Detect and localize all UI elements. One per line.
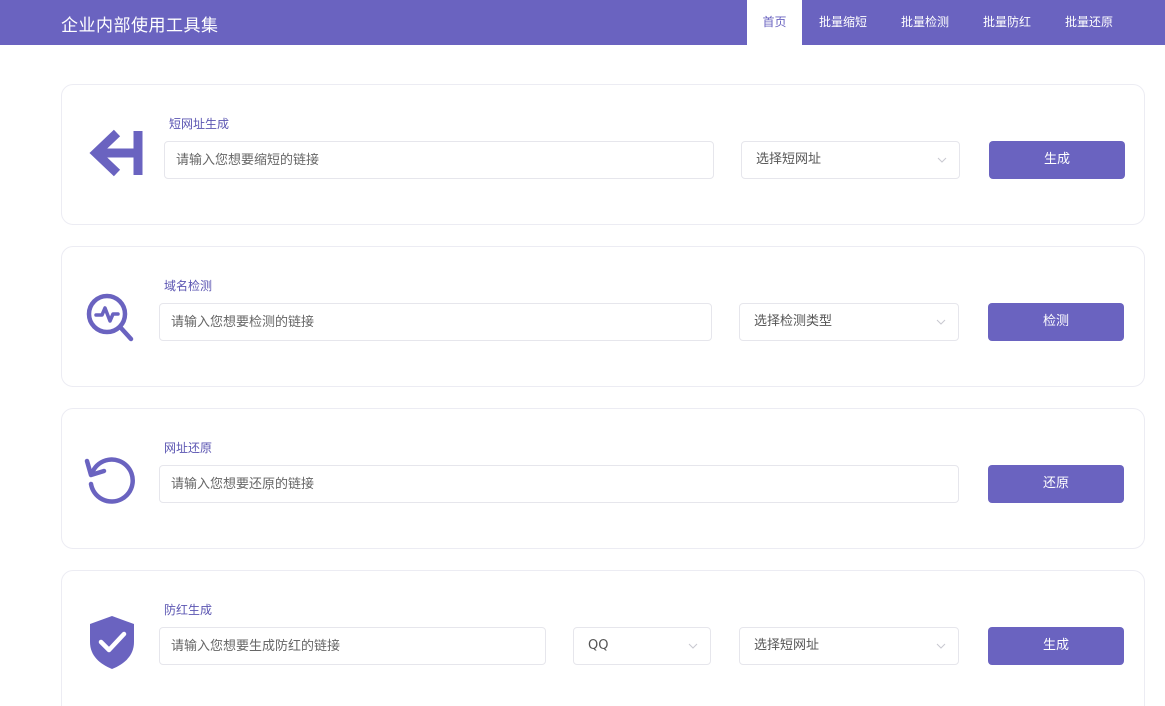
select-value: QQ [588, 638, 609, 653]
generate-button[interactable]: 生成 [988, 627, 1124, 665]
card-title: 短网址生成 [169, 117, 230, 131]
domain-detect-card: 域名检测 选择检测类型 检测 [61, 246, 1145, 387]
url-restore-card: 网址还原 还原 [61, 408, 1145, 549]
restore-button[interactable]: 还原 [988, 465, 1124, 503]
shorten-url-input[interactable] [164, 141, 714, 179]
main-nav: 首页 批量缩短 批量检测 批量防红 批量还原 [747, 0, 1130, 45]
select-value: 选择短网址 [756, 152, 822, 167]
nav-batch-restore[interactable]: 批量还原 [1048, 0, 1130, 45]
card-title: 防红生成 [164, 603, 213, 617]
antiblock-card: 防红生成 QQ 选择短网址 生成 [61, 570, 1145, 706]
chevron-down-icon [688, 643, 698, 649]
short-url-card: 短网址生成 选择短网址 生成 [61, 84, 1145, 225]
detect-button[interactable]: 检测 [988, 303, 1124, 341]
chevron-down-icon [937, 157, 947, 163]
top-navigation-bar: 企业内部使用工具集 首页 批量缩短 批量检测 批量防红 批量还原 [0, 0, 1165, 45]
arrow-left-bar-icon [85, 127, 147, 183]
chevron-down-icon [936, 319, 946, 325]
chevron-down-icon [936, 643, 946, 649]
card-title: 网址还原 [164, 441, 213, 455]
undo-circle-icon [83, 453, 139, 513]
shield-check-icon [88, 614, 136, 674]
card-title: 域名检测 [164, 279, 213, 293]
antiblock-url-input[interactable] [159, 627, 546, 665]
platform-select[interactable]: QQ [573, 627, 711, 665]
restore-url-input[interactable] [159, 465, 959, 503]
select-value: 选择短网址 [754, 638, 820, 653]
generate-button[interactable]: 生成 [989, 141, 1125, 179]
nav-batch-antiblock[interactable]: 批量防红 [966, 0, 1048, 45]
nav-home[interactable]: 首页 [747, 0, 802, 45]
detect-type-select[interactable]: 选择检测类型 [739, 303, 959, 341]
short-domain-select[interactable]: 选择短网址 [739, 627, 959, 665]
pulse-search-icon [83, 291, 143, 351]
nav-batch-shorten[interactable]: 批量缩短 [802, 0, 884, 45]
short-domain-select[interactable]: 选择短网址 [741, 141, 960, 179]
detect-url-input[interactable] [159, 303, 712, 341]
app-title: 企业内部使用工具集 [61, 16, 219, 36]
select-value: 选择检测类型 [754, 314, 833, 329]
nav-batch-detect[interactable]: 批量检测 [884, 0, 966, 45]
